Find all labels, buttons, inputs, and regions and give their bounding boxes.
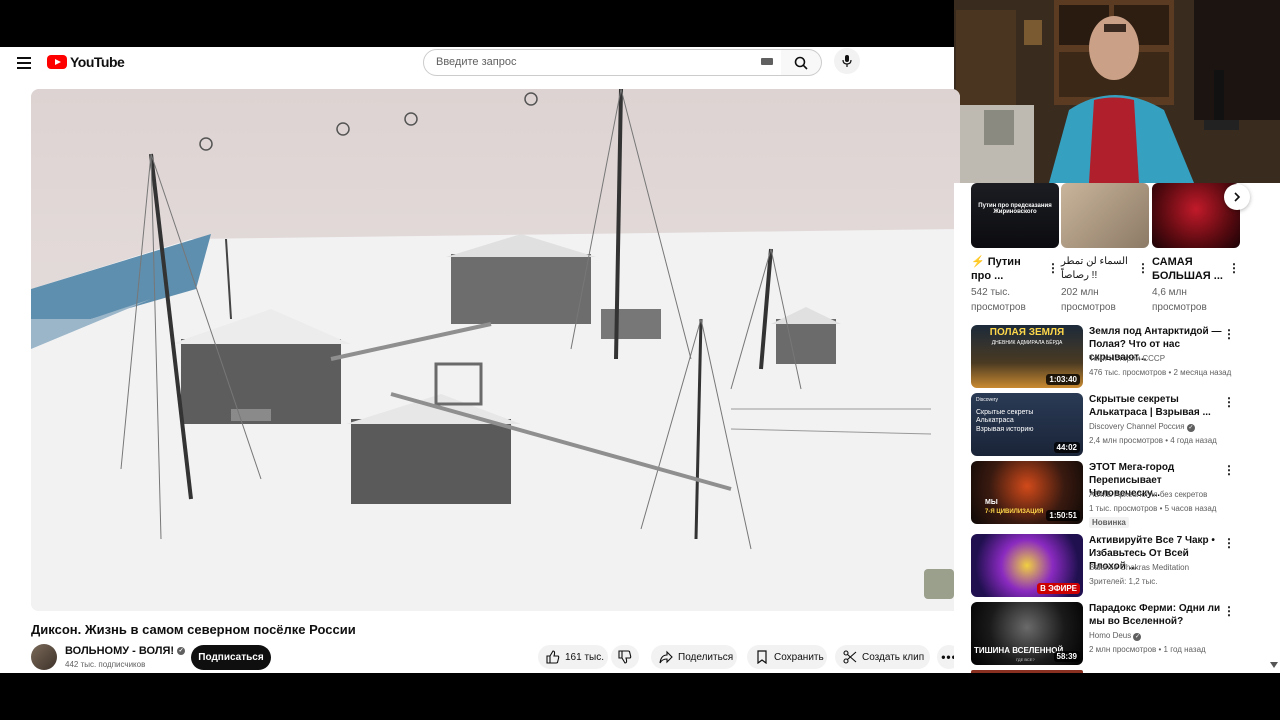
recommendation-channel[interactable]: Homo Deus ✓ — [1089, 631, 1142, 641]
short-views: 202 млн просмотров — [1061, 287, 1116, 313]
verified-icon: ✓ — [1133, 633, 1142, 641]
share-label: Поделиться — [678, 651, 734, 663]
short-card[interactable]: Путин про предсказания Жириновского ⚡ Пу… — [971, 183, 1059, 313]
short-title: ⚡ Путин про ... — [971, 256, 1021, 282]
recommendation-item[interactable]: МЫ 7-Я ЦИВИЛИЗАЦИЯ 1:50:51 ЭТОТ Мега-гор… — [971, 461, 1241, 528]
webcam-image — [954, 0, 1280, 183]
search-input[interactable] — [434, 55, 748, 69]
share-button[interactable]: Поделиться — [651, 645, 737, 669]
webcam-overlay — [954, 0, 1280, 183]
thumbs-up-icon — [546, 650, 560, 664]
next-arrow-button[interactable] — [1224, 184, 1250, 210]
more-vert-icon[interactable]: ⋮ — [1223, 395, 1235, 409]
new-badge: Новинка — [1089, 517, 1129, 528]
recommendation-meta: 2,4 млн просмотров • 4 года назад — [1089, 436, 1217, 445]
microphone-icon — [842, 55, 852, 67]
thumbs-down-icon — [618, 650, 632, 664]
more-vert-icon[interactable]: ⋮ — [1223, 604, 1235, 618]
thumbnail-title: Скрытые секреты Алькатраса — [976, 409, 1034, 424]
recommendation-channel[interactable]: ADME Археология без секретов — [1089, 490, 1207, 499]
subscribe-button[interactable]: Подписаться — [191, 645, 271, 670]
verified-icon: ✓ — [177, 647, 186, 655]
recommendation-item[interactable]: Discovery Скрытые секреты Алькатраса Взр… — [971, 393, 1241, 457]
thumbnail-subtitle: ДНЕВНИК АДМИРАЛА БЁРДА — [991, 340, 1063, 346]
keyboard-icon[interactable] — [761, 58, 773, 65]
next-thumbnail-edge — [971, 670, 1083, 673]
recommendation-item[interactable]: ТИШИНА ВСЕЛЕННОЙ ГДЕ ВСЕ? 58:39 Парадокс… — [971, 602, 1241, 666]
clip-button[interactable]: Создать клип — [835, 645, 930, 669]
recommendation-title: Парадокс Ферми: Одни ли мы во Вселенной? — [1089, 603, 1221, 627]
more-vert-icon[interactable]: ⋮ — [1223, 536, 1235, 550]
share-icon — [659, 650, 673, 664]
more-vert-icon[interactable]: ⋮ — [1047, 261, 1059, 275]
video-title: Диксон. Жизнь в самом северном посёлке Р… — [31, 622, 356, 637]
verified-icon: ✓ — [1186, 424, 1195, 432]
youtube-play-icon — [47, 55, 67, 69]
like-count: 161 тыс. — [565, 651, 605, 663]
chevron-right-icon — [1234, 192, 1241, 202]
dislike-button[interactable] — [611, 645, 639, 669]
recommendation-meta: 1 тыс. просмотров • 5 часов назад — [1089, 504, 1217, 513]
short-title: السماء لن تمطر رصاصاً !! — [1061, 256, 1128, 281]
more-vert-icon[interactable]: ⋮ — [1223, 463, 1235, 477]
recommendation-title: Скрытые секреты Алькатраса | Взрывая ... — [1089, 394, 1211, 418]
channel-name[interactable]: ВОЛЬНОМУ - ВОЛЯ! ✓ — [65, 645, 186, 657]
recommendation-thumbnail: ПОЛАЯ ЗЕМЛЯ ДНЕВНИК АДМИРАЛА БЁРДА 1:03:… — [971, 325, 1083, 388]
thumbnail-subtitle: Взрывая историю — [976, 426, 1034, 433]
like-button[interactable]: 161 тыс. — [538, 645, 608, 669]
scissors-icon — [843, 650, 857, 664]
logo-text: YouTube — [70, 54, 125, 70]
subscriber-count: 442 тыс. подписчиков — [65, 660, 146, 669]
duration-badge: 1:03:40 — [1046, 374, 1080, 385]
youtube-logo[interactable]: YouTube — [47, 54, 125, 70]
recommendation-thumbnail: Discovery Скрытые секреты Алькатраса Взр… — [971, 393, 1083, 456]
recommendation-meta: 2 млн просмотров • 1 год назад — [1089, 645, 1206, 654]
thumbnail-brand: Discovery — [976, 397, 998, 403]
clip-label: Создать клип — [862, 651, 925, 663]
recommendation-item[interactable]: ПОЛАЯ ЗЕМЛЯ ДНЕВНИК АДМИРАЛА БЁРДА 1:03:… — [971, 325, 1241, 389]
duration-badge: 58:39 — [1053, 651, 1080, 662]
channel-name-text: ВОЛЬНОМУ - ВОЛЯ! — [65, 645, 175, 657]
thumbnail-title: ПОЛАЯ ЗЕМЛЯ — [989, 327, 1065, 338]
thumbnail-title: МЫ — [985, 499, 998, 506]
search-box[interactable] — [423, 49, 783, 76]
thumbnail-subtitle: 7-Я ЦИВИЛИЗАЦИЯ — [985, 509, 1044, 515]
recommendation-item[interactable]: В ЭФИРЕ Активируйте Все 7 Чакр • Избавьт… — [971, 534, 1241, 598]
duration-badge: 1:50:51 — [1046, 510, 1080, 521]
scroll-down-icon[interactable] — [1270, 662, 1278, 668]
live-badge: В ЭФИРЕ — [1037, 583, 1080, 594]
thumbnail-subtitle: ГДЕ ВСЕ? — [1016, 657, 1035, 662]
thumbnail-caption: Путин про предсказания Жириновского — [978, 203, 1052, 215]
more-vert-icon[interactable]: ⋮ — [1137, 261, 1149, 275]
recommendation-meta: Зрителей: 1,2 тыс. — [1089, 577, 1158, 586]
save-button[interactable]: Сохранить — [747, 645, 827, 669]
video-frame — [31, 89, 960, 611]
shorts-icon: ⚡ — [971, 256, 985, 268]
search-icon — [794, 56, 808, 70]
recommendation-thumbnail: В ЭФИРЕ — [971, 534, 1083, 597]
thumbnail-title: ТИШИНА ВСЕЛЕННОЙ — [974, 646, 1064, 655]
more-vert-icon[interactable]: ⋮ — [1223, 327, 1235, 341]
save-label: Сохранить — [774, 651, 824, 663]
duration-badge: 44:02 — [1053, 442, 1080, 453]
channel-avatar[interactable] — [31, 644, 57, 670]
short-views: 4,6 млн просмотров — [1152, 287, 1207, 313]
short-views: 542 тыс. просмотров — [971, 287, 1026, 313]
bookmark-icon — [757, 650, 767, 664]
menu-icon[interactable] — [17, 55, 31, 69]
short-thumbnail: Путин про предсказания Жириновского — [971, 183, 1059, 248]
more-vert-icon[interactable]: ⋮ — [1228, 261, 1240, 275]
recommendation-thumbnail: МЫ 7-Я ЦИВИЛИЗАЦИЯ 1:50:51 — [971, 461, 1083, 524]
voice-search-button[interactable] — [834, 48, 860, 74]
recommendation-thumbnail: ТИШИНА ВСЕЛЕННОЙ ГДЕ ВСЕ? 58:39 — [971, 602, 1083, 665]
recommendation-channel[interactable]: Balance Chakras Meditation — [1089, 563, 1189, 572]
recommendation-meta: 476 тыс. просмотров • 2 месяца назад — [1089, 368, 1232, 377]
recommendation-channel[interactable]: Discovery Channel Россия ✓ — [1089, 422, 1195, 432]
short-title: САМАЯ БОЛЬШАЯ ... — [1152, 256, 1223, 282]
search-button[interactable] — [781, 49, 822, 76]
recommendation-channel[interactable]: Тени Истории СССР — [1089, 354, 1165, 363]
short-thumbnail — [1061, 183, 1149, 248]
short-card[interactable]: السماء لن تمطر رصاصاً !! 202 млн просмотр… — [1061, 183, 1149, 313]
video-player[interactable] — [31, 89, 960, 611]
